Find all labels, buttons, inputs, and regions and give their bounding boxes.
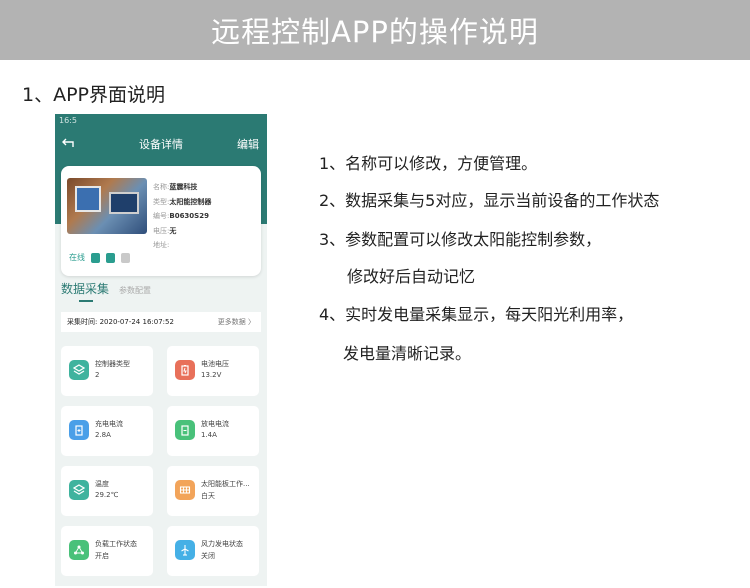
battery-icon	[175, 360, 195, 380]
tab-bar: 数据采集 参数配置	[61, 280, 151, 302]
tile-value: 白天	[201, 492, 215, 500]
load-icon	[69, 540, 89, 560]
layers-icon	[69, 360, 89, 380]
device-info-row: 类型:太阳能控制器	[153, 195, 211, 210]
device-photo	[67, 178, 147, 234]
device-name: 蓝震科技	[169, 183, 198, 191]
tile-value: 29.2℃	[95, 491, 119, 499]
info-key: 名称:	[153, 183, 170, 191]
device-id: B0630S29	[169, 212, 209, 220]
section-heading: 1、APP界面说明	[22, 84, 166, 106]
tab-data-collection[interactable]: 数据采集	[61, 280, 109, 302]
tile-value: 1.4A	[201, 431, 217, 439]
collect-time-bar: 采集时间: 2020-07-24 16:07:52 更多数据 〉	[61, 312, 261, 332]
phone-screenshot: 16:5 设备详情 编辑 名称:蓝震科技 类型:太阳能控制器 编号:B0630S…	[55, 114, 267, 586]
tile-controller-type[interactable]: 控制器类型 2	[61, 346, 153, 396]
device-info: 名称:蓝震科技 类型:太阳能控制器 编号:B0630S29 电压:无 地址:	[153, 180, 211, 253]
tab-parameter-config[interactable]: 参数配置	[119, 285, 151, 302]
wind-turbine-icon	[175, 540, 195, 560]
tile-charge-current[interactable]: 充电电流 2.8A	[61, 406, 153, 456]
info-key: 类型:	[153, 197, 170, 206]
tile-label: 放电电流	[201, 420, 229, 428]
device-voltage: 无	[169, 226, 177, 235]
tile-label: 负载工作状态	[95, 540, 137, 548]
device-info-row: 名称:蓝震科技	[153, 180, 211, 195]
banner-title: 远程控制APP的操作说明	[211, 15, 539, 49]
tile-load-status[interactable]: 负载工作状态 开启	[61, 526, 153, 576]
plug-icon	[106, 252, 115, 263]
note-1: 1、名称可以修改，方便管理。	[319, 154, 538, 173]
tile-value: 2.8A	[95, 431, 111, 439]
note-3-continued: 修改好后自动记忆	[347, 267, 476, 286]
note-4-continued: 发电量清晰记录。	[343, 344, 472, 363]
online-status: 在线	[69, 253, 85, 262]
device-card[interactable]: 名称:蓝震科技 类型:太阳能控制器 编号:B0630S29 电压:无 地址: 在…	[61, 166, 261, 276]
charge-icon	[69, 420, 89, 440]
tile-label: 太阳能板工作...	[201, 480, 250, 488]
title-banner: 远程控制APP的操作说明	[0, 0, 750, 60]
device-info-row: 电压:无	[153, 224, 211, 239]
tile-wind-power-status[interactable]: 风力发电状态 关闭	[167, 526, 259, 576]
note-4: 4、实时发电量采集显示，每天阳光利用率，	[319, 305, 634, 324]
tile-label: 风力发电状态	[201, 540, 243, 548]
tile-label: 充电电流	[95, 420, 123, 428]
device-status-row: 在线	[69, 252, 130, 263]
device-photo-panel	[75, 186, 101, 212]
device-info-row: 地址:	[153, 238, 211, 253]
tile-discharge-current[interactable]: 放电电流 1.4A	[167, 406, 259, 456]
tile-value: 13.2V	[201, 371, 222, 379]
temperature-icon	[69, 480, 89, 500]
status-bar-time: 16:5	[59, 116, 77, 125]
info-key: 电压:	[153, 226, 170, 235]
sim-icon	[91, 252, 100, 263]
collect-time: 采集时间: 2020-07-24 16:07:52	[67, 318, 174, 326]
more-data-link[interactable]: 更多数据 〉	[218, 317, 255, 327]
info-key: 编号:	[153, 212, 170, 220]
tile-label: 电池电压	[201, 360, 229, 368]
edit-button[interactable]: 编辑	[237, 136, 259, 152]
tile-temperature[interactable]: 温度 29.2℃	[61, 466, 153, 516]
tile-value: 关闭	[201, 552, 215, 560]
tile-label: 温度	[95, 480, 109, 488]
nav-title: 设备详情	[139, 138, 183, 151]
solar-panel-icon	[175, 480, 195, 500]
discharge-icon	[175, 420, 195, 440]
info-key: 地址:	[153, 241, 170, 249]
tile-battery-voltage[interactable]: 电池电压 13.2V	[167, 346, 259, 396]
note-3: 3、参数配置可以修改太阳能控制参数，	[319, 230, 602, 249]
signal-icon	[121, 252, 130, 263]
tile-solar-panel-status[interactable]: 太阳能板工作... 白天	[167, 466, 259, 516]
device-info-row: 编号:B0630S29	[153, 209, 211, 224]
note-2: 2、数据采集与5对应，显示当前设备的工作状态	[319, 191, 660, 210]
tile-value: 开启	[95, 552, 109, 560]
tile-value: 2	[95, 371, 100, 379]
device-type: 太阳能控制器	[169, 197, 212, 206]
tile-label: 控制器类型	[95, 360, 130, 368]
device-photo-controller	[109, 192, 139, 214]
